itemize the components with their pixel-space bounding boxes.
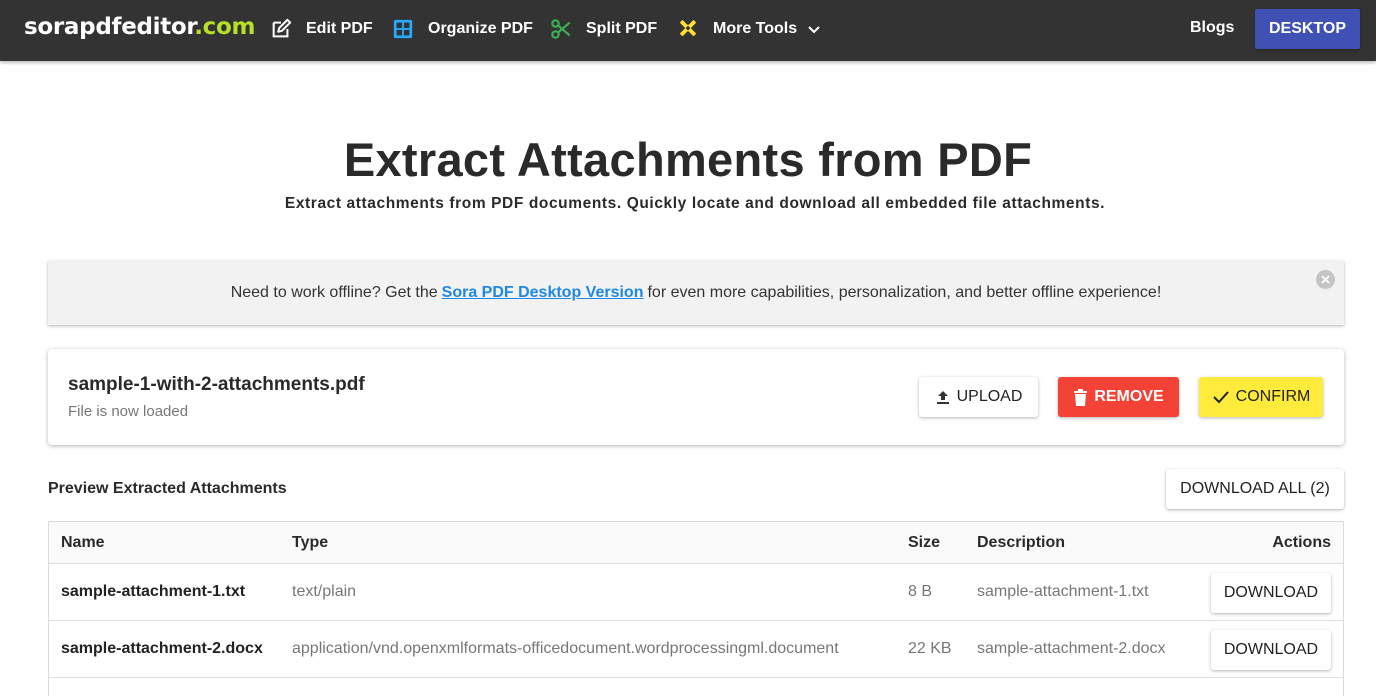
cell-type: text/plain: [292, 583, 357, 600]
nav-label: Edit PDF: [306, 20, 373, 37]
top-nav-bar: sorapdfeditor.com Edit PDF Organize PDF …: [0, 0, 1376, 61]
file-name: sample-1-with-2-attachments.pdf: [68, 374, 365, 395]
header-size: Size: [908, 534, 941, 551]
download-button[interactable]: DOWNLOAD: [1211, 573, 1331, 613]
desktop-version-link[interactable]: Sora PDF Desktop Version: [442, 284, 644, 302]
edit-icon: [272, 18, 292, 38]
nav-label: More Tools: [713, 20, 798, 37]
confirm-button[interactable]: CONFIRM: [1199, 377, 1323, 417]
close-icon[interactable]: [1316, 270, 1335, 289]
chevron-down-icon: [808, 26, 820, 34]
cell-description: sample-attachment-1.txt: [977, 583, 1149, 600]
header-type: Type: [292, 534, 329, 551]
confirm-label: CONFIRM: [1235, 388, 1311, 405]
download-button[interactable]: DOWNLOAD: [1211, 630, 1331, 670]
upload-icon: [936, 391, 949, 404]
cell-size: 22 KB: [908, 640, 952, 657]
table-header: Name Type Size Description Actions: [49, 522, 1343, 564]
preview-title: Preview Extracted Attachments: [48, 480, 287, 497]
page-subtitle: Extract attachments from PDF documents. …: [284, 195, 1106, 212]
desktop-button[interactable]: DESKTOP: [1255, 9, 1360, 49]
check-icon: [1212, 391, 1229, 404]
nav-split-pdf[interactable]: Split PDF: [550, 16, 657, 42]
table-row: sample-attachment-2.docx application/vnd…: [49, 621, 1343, 678]
tools-icon: [679, 19, 697, 37]
attachments-table: Name Type Size Description Actions sampl…: [48, 521, 1344, 696]
cell-name: sample-attachment-1.txt: [61, 583, 246, 600]
cell-type: application/vnd.openxmlformats-officedoc…: [292, 640, 839, 657]
header-actions: Actions: [1272, 534, 1331, 551]
download-all-button[interactable]: DOWNLOAD ALL (2): [1166, 469, 1344, 509]
upload-button[interactable]: UPLOAD: [919, 377, 1038, 417]
trash-icon: [1074, 388, 1088, 406]
nav-edit-pdf[interactable]: Edit PDF: [270, 16, 373, 42]
logo-tld: .com: [194, 14, 256, 40]
remove-button[interactable]: REMOVE: [1058, 377, 1179, 417]
grid-icon: [393, 19, 413, 39]
scissors-icon: [551, 19, 571, 39]
nav-more-tools[interactable]: More Tools: [677, 16, 821, 42]
nav-label: Split PDF: [586, 20, 658, 37]
nav-blogs-link[interactable]: Blogs: [1190, 19, 1234, 37]
desktop-promo-banner: Need to work offline? Get the Sora PDF D…: [48, 261, 1344, 325]
table-row: sample-attachment-1.txt text/plain 8 B s…: [49, 564, 1343, 621]
logo-main: sorapdfeditor: [24, 14, 195, 40]
remove-label: REMOVE: [1094, 388, 1164, 405]
nav-label: Organize PDF: [428, 20, 533, 37]
cell-description: sample-attachment-2.docx: [977, 640, 1166, 657]
cell-name: sample-attachment-2.docx: [61, 640, 263, 657]
upload-label: UPLOAD: [956, 388, 1023, 405]
cell-size: 8 B: [908, 583, 933, 600]
banner-text-before: Need to work offline? Get the: [230, 284, 438, 301]
file-status: File is now loaded: [68, 403, 189, 420]
header-name: Name: [61, 534, 105, 551]
page-title: Extract Attachments from PDF: [343, 133, 1033, 186]
loaded-file-card: sample-1-with-2-attachments.pdf File is …: [48, 349, 1344, 445]
site-logo[interactable]: sorapdfeditor.com: [24, 14, 255, 40]
header-description: Description: [977, 534, 1066, 551]
nav-organize-pdf[interactable]: Organize PDF: [392, 16, 533, 42]
banner-text-after: for even more capabilities, personalizat…: [647, 284, 1162, 301]
